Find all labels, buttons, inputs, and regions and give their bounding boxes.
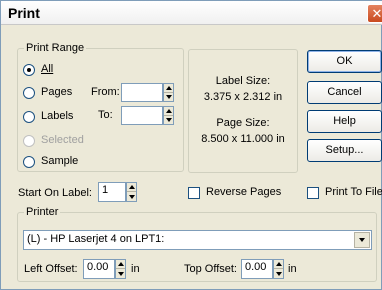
radio-all[interactable] — [23, 64, 35, 76]
start-on-label-input[interactable]: 1 — [98, 182, 126, 202]
printer-legend: Printer — [26, 206, 59, 218]
start-on-label-spin-arrows-icon[interactable] — [126, 182, 137, 202]
title-bar: Print ✕ — [1, 1, 382, 25]
radio-sample[interactable] — [23, 156, 35, 168]
radio-pages-label: Pages — [41, 86, 73, 98]
from-spin-arrows-icon[interactable] — [163, 83, 174, 102]
from-label: From: — [91, 86, 120, 98]
size-info-box — [188, 49, 298, 173]
page-size-title: Page Size: — [216, 117, 270, 129]
radio-labels-label: Labels — [41, 110, 74, 122]
cancel-button[interactable]: Cancel — [307, 81, 382, 104]
left-offset-unit: in — [131, 263, 140, 275]
printer-select[interactable]: (L) - HP Laserjet 4 on LPT1: — [23, 230, 372, 250]
radio-selected — [23, 135, 35, 147]
print-range-legend: Print Range — [26, 42, 85, 54]
window-title: Print — [8, 5, 40, 21]
left-offset-input[interactable]: 0.00 — [83, 259, 115, 279]
radio-sample-label: Sample — [41, 155, 79, 167]
print-dialog: Print ✕ Print Range All Pages Labels Sel… — [0, 0, 382, 290]
print-to-file-checkbox[interactable] — [307, 187, 319, 199]
print-to-file-label: Print To File — [325, 186, 382, 198]
printer-select-value: (L) - HP Laserjet 4 on LPT1: — [27, 233, 165, 245]
left-offset-label: Left Offset: — [24, 263, 78, 275]
label-size-value: 3.375 x 2.312 in — [203, 91, 283, 103]
top-offset-unit: in — [288, 263, 297, 275]
from-input[interactable] — [121, 83, 163, 102]
radio-labels[interactable] — [23, 111, 35, 123]
top-offset-input[interactable]: 0.00 — [241, 259, 273, 279]
top-offset-label: Top Offset: — [184, 263, 237, 275]
reverse-pages-checkbox[interactable] — [188, 187, 200, 199]
to-label: To: — [98, 109, 113, 121]
start-on-label-label: Start On Label: — [18, 187, 92, 199]
radio-all-label: All — [41, 63, 54, 75]
to-input[interactable] — [121, 106, 163, 125]
ok-button[interactable]: OK — [307, 50, 382, 73]
to-spin-arrows-icon[interactable] — [163, 106, 174, 125]
help-button[interactable]: Help — [307, 110, 382, 133]
close-icon[interactable]: ✕ — [367, 4, 382, 23]
chevron-down-icon[interactable] — [354, 232, 370, 248]
top-offset-spin-arrows-icon[interactable] — [273, 259, 284, 279]
reverse-pages-label: Reverse Pages — [206, 186, 282, 198]
label-size-title: Label Size: — [215, 75, 271, 87]
left-offset-spin-arrows-icon[interactable] — [115, 259, 126, 279]
page-size-value: 8.500 x 11.000 in — [201, 133, 285, 145]
radio-pages[interactable] — [23, 87, 35, 99]
setup-button[interactable]: Setup... — [307, 139, 382, 162]
radio-selected-label: Selected — [41, 134, 84, 146]
